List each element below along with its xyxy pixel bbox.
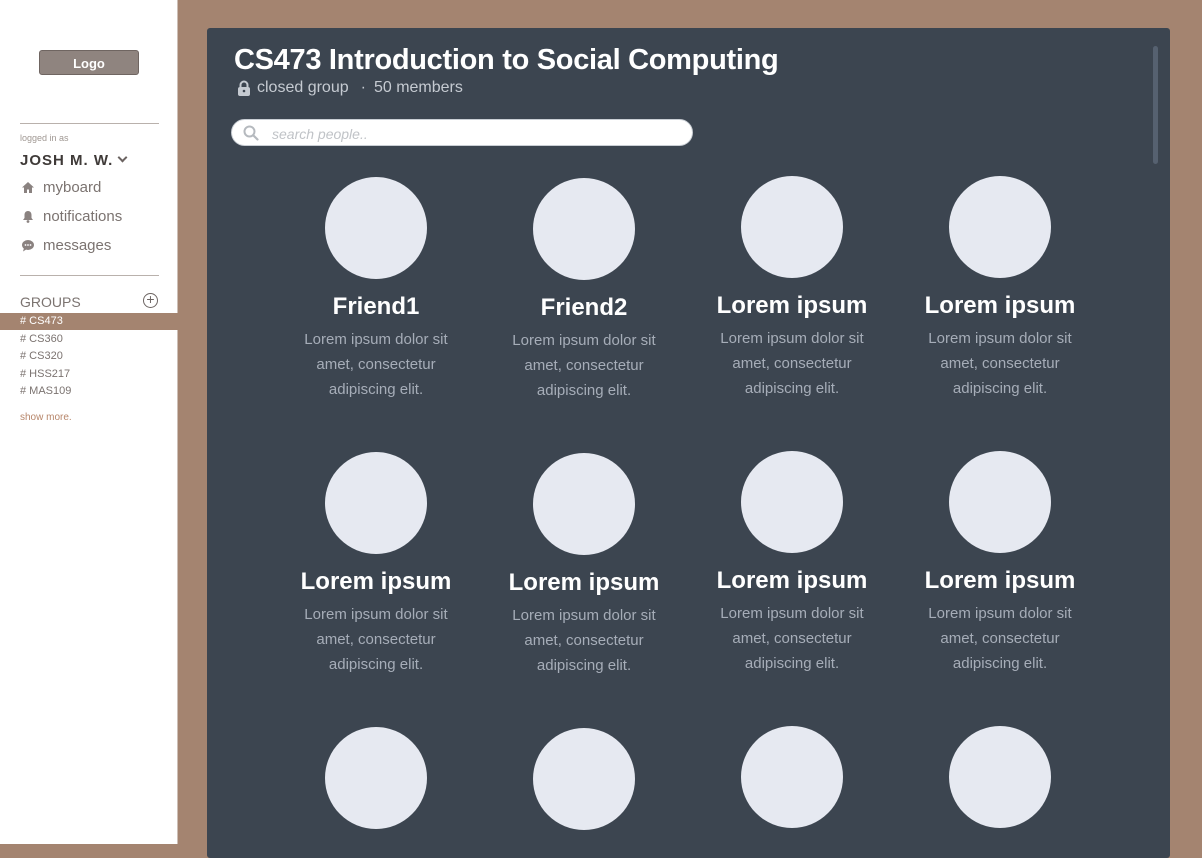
avatar[interactable] (741, 726, 843, 828)
member-name[interactable]: Lorem ipsum (494, 569, 674, 597)
avatar[interactable] (949, 176, 1051, 278)
member-name[interactable]: Lorem ipsum (910, 567, 1090, 595)
member-card[interactable]: Lorem ipsum Lorem ipsum dolor sit amet, … (910, 451, 1090, 676)
avatar[interactable] (325, 727, 427, 829)
member-description: Lorem ipsum dolor sit amet, consectetur … (512, 607, 656, 674)
nav-myboard[interactable]: myboard (20, 179, 101, 196)
nav-notifications[interactable]: notifications (20, 208, 122, 225)
user-menu[interactable]: JOSH M. W. (20, 152, 128, 169)
sidebar-divider (20, 275, 159, 276)
member-card[interactable]: Friend2 Lorem ipsum dolor sit amet, cons… (494, 178, 674, 403)
lock-icon (237, 80, 251, 96)
add-group-icon[interactable]: + (143, 292, 158, 308)
group-item-cs360[interactable]: # CS360 (20, 333, 63, 345)
member-description: Lorem ipsum dolor sit amet, consectetur … (928, 330, 1072, 397)
nav-messages-label: messages (43, 237, 112, 254)
chevron-down-icon (117, 152, 128, 163)
username: JOSH M. W. (20, 152, 114, 169)
member-card[interactable]: Lorem ipsum Lorem ipsum dolor sit amet, … (494, 453, 674, 678)
member-name[interactable]: Lorem ipsum (286, 568, 466, 596)
page-title: CS473 Introduction to Social Computing (234, 44, 779, 76)
member-card[interactable] (910, 726, 1090, 828)
member-count: 50 members (373, 79, 463, 96)
search-input[interactable] (270, 123, 674, 145)
avatar[interactable] (949, 451, 1051, 553)
member-name[interactable]: Lorem ipsum (702, 567, 882, 595)
show-more-link[interactable]: show more. (20, 412, 72, 423)
sidebar: Logo logged in as JOSH M. W. myboard not… (0, 0, 178, 844)
member-card[interactable] (702, 726, 882, 828)
group-item-hss217[interactable]: # HSS217 (20, 368, 70, 380)
home-icon (20, 180, 36, 196)
groups-heading: GROUPS (20, 294, 81, 310)
member-description: Lorem ipsum dolor sit amet, consectetur … (928, 605, 1072, 672)
sidebar-divider (20, 123, 159, 124)
chat-icon (20, 238, 36, 254)
avatar[interactable] (533, 728, 635, 830)
group-item-mas109[interactable]: # MAS109 (20, 385, 71, 397)
avatar[interactable] (325, 452, 427, 554)
member-name[interactable]: Friend2 (494, 294, 674, 322)
logo-button[interactable]: Logo (39, 50, 139, 75)
group-item-cs320[interactable]: # CS320 (20, 350, 63, 362)
member-card[interactable]: Friend1 Lorem ipsum dolor sit amet, cons… (286, 177, 466, 402)
search-bar (231, 119, 693, 146)
member-name[interactable]: Lorem ipsum (702, 292, 882, 320)
member-card[interactable]: Lorem ipsum Lorem ipsum dolor sit amet, … (702, 451, 882, 676)
meta-separator: · (360, 79, 366, 96)
member-description: Lorem ipsum dolor sit amet, consectetur … (720, 605, 864, 672)
nav-messages[interactable]: messages (20, 237, 111, 254)
nav-notifications-label: notifications (43, 208, 123, 225)
group-meta: closed group · 50 members (237, 79, 463, 97)
avatar[interactable] (741, 451, 843, 553)
member-card[interactable]: Lorem ipsum Lorem ipsum dolor sit amet, … (910, 176, 1090, 401)
avatar[interactable] (741, 176, 843, 278)
avatar[interactable] (949, 726, 1051, 828)
member-card[interactable] (286, 727, 466, 829)
avatar[interactable] (325, 177, 427, 279)
member-description: Lorem ipsum dolor sit amet, consectetur … (304, 331, 448, 398)
member-card[interactable]: Lorem ipsum Lorem ipsum dolor sit amet, … (286, 452, 466, 677)
member-name[interactable]: Lorem ipsum (910, 292, 1090, 320)
nav-myboard-label: myboard (43, 179, 102, 196)
group-item-cs473[interactable]: # CS473 (20, 315, 63, 327)
scrollbar[interactable] (1153, 46, 1158, 164)
member-description: Lorem ipsum dolor sit amet, consectetur … (304, 606, 448, 673)
logged-in-label: logged in as (20, 133, 69, 143)
member-description: Lorem ipsum dolor sit amet, consectetur … (512, 332, 656, 399)
search-icon (243, 125, 259, 141)
bell-icon (20, 209, 36, 225)
avatar[interactable] (533, 453, 635, 555)
member-card[interactable] (494, 728, 674, 830)
group-privacy: closed group (257, 79, 349, 96)
member-description: Lorem ipsum dolor sit amet, consectetur … (720, 330, 864, 397)
member-name[interactable]: Friend1 (286, 293, 466, 321)
avatar[interactable] (533, 178, 635, 280)
member-card[interactable]: Lorem ipsum Lorem ipsum dolor sit amet, … (702, 176, 882, 401)
